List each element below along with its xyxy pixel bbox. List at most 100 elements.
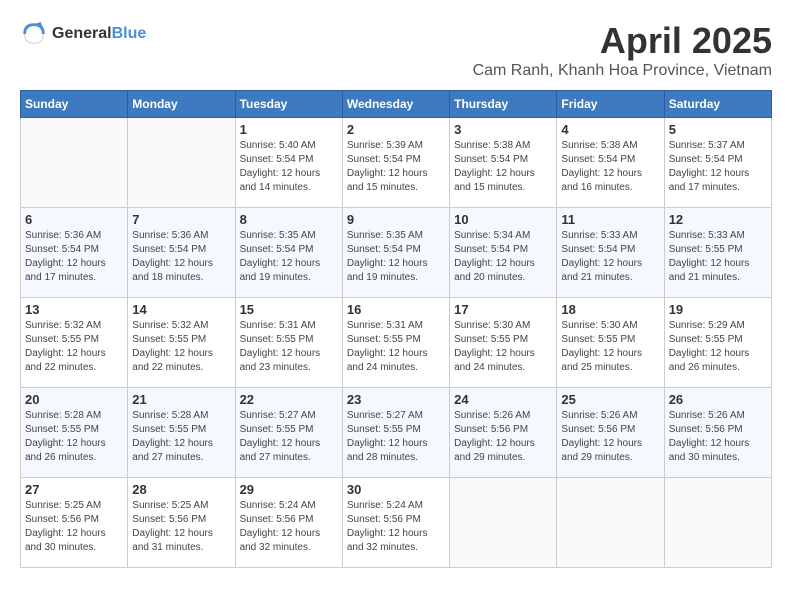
day-info: Sunrise: 5:38 AMSunset: 5:54 PMDaylight:… xyxy=(561,139,659,195)
calendar-cell: 23 Sunrise: 5:27 AMSunset: 5:55 PMDayligh… xyxy=(342,388,449,478)
day-info: Sunrise: 5:33 AMSunset: 5:54 PMDaylight:… xyxy=(561,229,659,285)
logo-text: GeneralBlue xyxy=(52,25,146,43)
day-info: Sunrise: 5:35 AMSunset: 5:54 PMDaylight:… xyxy=(240,229,338,285)
calendar-cell xyxy=(21,118,128,208)
calendar-cell: 4 Sunrise: 5:38 AMSunset: 5:54 PMDaylight… xyxy=(557,118,664,208)
day-number: 19 xyxy=(669,302,767,317)
calendar-cell: 10 Sunrise: 5:34 AMSunset: 5:54 PMDayligh… xyxy=(450,208,557,298)
calendar-week-row: 6 Sunrise: 5:36 AMSunset: 5:54 PMDaylight… xyxy=(21,208,772,298)
day-number: 28 xyxy=(132,482,230,497)
day-info: Sunrise: 5:32 AMSunset: 5:55 PMDaylight:… xyxy=(132,319,230,375)
day-number: 17 xyxy=(454,302,552,317)
calendar-week-row: 27 Sunrise: 5:25 AMSunset: 5:56 PMDayligh… xyxy=(21,478,772,568)
calendar-cell: 9 Sunrise: 5:35 AMSunset: 5:54 PMDaylight… xyxy=(342,208,449,298)
day-number: 13 xyxy=(25,302,123,317)
day-number: 23 xyxy=(347,392,445,407)
day-info: Sunrise: 5:39 AMSunset: 5:54 PMDaylight:… xyxy=(347,139,445,195)
day-info: Sunrise: 5:37 AMSunset: 5:54 PMDaylight:… xyxy=(669,139,767,195)
logo-icon xyxy=(20,20,48,48)
day-number: 4 xyxy=(561,122,659,137)
calendar-cell xyxy=(450,478,557,568)
day-info: Sunrise: 5:26 AMSunset: 5:56 PMDaylight:… xyxy=(561,409,659,465)
calendar-cell: 15 Sunrise: 5:31 AMSunset: 5:55 PMDayligh… xyxy=(235,298,342,388)
calendar-table: SundayMondayTuesdayWednesdayThursdayFrid… xyxy=(20,90,772,568)
calendar-cell: 12 Sunrise: 5:33 AMSunset: 5:55 PMDayligh… xyxy=(664,208,771,298)
day-number: 26 xyxy=(669,392,767,407)
calendar-cell xyxy=(664,478,771,568)
day-info: Sunrise: 5:29 AMSunset: 5:55 PMDaylight:… xyxy=(669,319,767,375)
day-info: Sunrise: 5:31 AMSunset: 5:55 PMDaylight:… xyxy=(240,319,338,375)
day-number: 14 xyxy=(132,302,230,317)
calendar-cell: 7 Sunrise: 5:36 AMSunset: 5:54 PMDaylight… xyxy=(128,208,235,298)
day-info: Sunrise: 5:34 AMSunset: 5:54 PMDaylight:… xyxy=(454,229,552,285)
day-info: Sunrise: 5:40 AMSunset: 5:54 PMDaylight:… xyxy=(240,139,338,195)
day-number: 20 xyxy=(25,392,123,407)
calendar-week-row: 1Sunrise: 5:40 AMSunset: 5:54 PMDaylight… xyxy=(21,118,772,208)
day-info: Sunrise: 5:38 AMSunset: 5:54 PMDaylight:… xyxy=(454,139,552,195)
title-section: April 2025 Cam Ranh, Khanh Hoa Province,… xyxy=(473,20,772,80)
calendar-cell: 30 Sunrise: 5:24 AMSunset: 5:56 PMDayligh… xyxy=(342,478,449,568)
day-info: Sunrise: 5:27 AMSunset: 5:55 PMDaylight:… xyxy=(347,409,445,465)
weekday-header: Monday xyxy=(128,91,235,118)
day-number: 27 xyxy=(25,482,123,497)
calendar-cell: 3 Sunrise: 5:38 AMSunset: 5:54 PMDaylight… xyxy=(450,118,557,208)
day-info: Sunrise: 5:31 AMSunset: 5:55 PMDaylight:… xyxy=(347,319,445,375)
day-number: 11 xyxy=(561,212,659,227)
day-info: Sunrise: 5:35 AMSunset: 5:54 PMDaylight:… xyxy=(347,229,445,285)
day-number: 2 xyxy=(347,122,445,137)
day-number: 22 xyxy=(240,392,338,407)
calendar-cell: 19 Sunrise: 5:29 AMSunset: 5:55 PMDayligh… xyxy=(664,298,771,388)
calendar-cell: 8 Sunrise: 5:35 AMSunset: 5:54 PMDaylight… xyxy=(235,208,342,298)
calendar-cell: 14 Sunrise: 5:32 AMSunset: 5:55 PMDayligh… xyxy=(128,298,235,388)
header: GeneralBlue April 2025 Cam Ranh, Khanh H… xyxy=(20,20,772,80)
calendar-cell: 29Sunrise: 5:24 AMSunset: 5:56 PMDayligh… xyxy=(235,478,342,568)
day-info: Sunrise: 5:30 AMSunset: 5:55 PMDaylight:… xyxy=(454,319,552,375)
calendar-cell xyxy=(128,118,235,208)
day-info: Sunrise: 5:28 AMSunset: 5:55 PMDaylight:… xyxy=(132,409,230,465)
day-info: Sunrise: 5:24 AMSunset: 5:56 PMDaylight:… xyxy=(347,499,445,555)
calendar-cell: 17 Sunrise: 5:30 AMSunset: 5:55 PMDayligh… xyxy=(450,298,557,388)
calendar-header-row: SundayMondayTuesdayWednesdayThursdayFrid… xyxy=(21,91,772,118)
day-info: Sunrise: 5:26 AMSunset: 5:56 PMDaylight:… xyxy=(669,409,767,465)
day-info: Sunrise: 5:25 AMSunset: 5:56 PMDaylight:… xyxy=(25,499,123,555)
day-info: Sunrise: 5:27 AMSunset: 5:55 PMDaylight:… xyxy=(240,409,338,465)
day-number: 7 xyxy=(132,212,230,227)
calendar-body: 1Sunrise: 5:40 AMSunset: 5:54 PMDaylight… xyxy=(21,118,772,568)
day-number: 5 xyxy=(669,122,767,137)
calendar-cell: 24Sunrise: 5:26 AMSunset: 5:56 PMDayligh… xyxy=(450,388,557,478)
weekday-header: Sunday xyxy=(21,91,128,118)
calendar-cell: 1Sunrise: 5:40 AMSunset: 5:54 PMDaylight… xyxy=(235,118,342,208)
day-info: Sunrise: 5:36 AMSunset: 5:54 PMDaylight:… xyxy=(25,229,123,285)
weekday-header: Thursday xyxy=(450,91,557,118)
day-info: Sunrise: 5:28 AMSunset: 5:55 PMDaylight:… xyxy=(25,409,123,465)
calendar-cell: 6 Sunrise: 5:36 AMSunset: 5:54 PMDaylight… xyxy=(21,208,128,298)
day-info: Sunrise: 5:32 AMSunset: 5:55 PMDaylight:… xyxy=(25,319,123,375)
calendar-week-row: 20 Sunrise: 5:28 AMSunset: 5:55 PMDayligh… xyxy=(21,388,772,478)
day-info: Sunrise: 5:36 AMSunset: 5:54 PMDaylight:… xyxy=(132,229,230,285)
day-number: 3 xyxy=(454,122,552,137)
calendar-cell: 16 Sunrise: 5:31 AMSunset: 5:55 PMDayligh… xyxy=(342,298,449,388)
day-number: 6 xyxy=(25,212,123,227)
day-number: 8 xyxy=(240,212,338,227)
day-number: 12 xyxy=(669,212,767,227)
weekday-header: Saturday xyxy=(664,91,771,118)
calendar-cell: 18Sunrise: 5:30 AMSunset: 5:55 PMDayligh… xyxy=(557,298,664,388)
calendar-cell: 20 Sunrise: 5:28 AMSunset: 5:55 PMDayligh… xyxy=(21,388,128,478)
day-info: Sunrise: 5:33 AMSunset: 5:55 PMDaylight:… xyxy=(669,229,767,285)
calendar-cell: 11 Sunrise: 5:33 AMSunset: 5:54 PMDayligh… xyxy=(557,208,664,298)
calendar-cell: 5 Sunrise: 5:37 AMSunset: 5:54 PMDaylight… xyxy=(664,118,771,208)
day-info: Sunrise: 5:26 AMSunset: 5:56 PMDaylight:… xyxy=(454,409,552,465)
calendar-cell xyxy=(557,478,664,568)
calendar-cell: 26 Sunrise: 5:26 AMSunset: 5:56 PMDayligh… xyxy=(664,388,771,478)
day-number: 16 xyxy=(347,302,445,317)
calendar-cell: 22 Sunrise: 5:27 AMSunset: 5:55 PMDayligh… xyxy=(235,388,342,478)
day-number: 15 xyxy=(240,302,338,317)
day-number: 9 xyxy=(347,212,445,227)
logo: GeneralBlue xyxy=(20,20,146,48)
weekday-header: Tuesday xyxy=(235,91,342,118)
day-number: 30 xyxy=(347,482,445,497)
day-number: 10 xyxy=(454,212,552,227)
day-number: 21 xyxy=(132,392,230,407)
calendar-cell: 25Sunrise: 5:26 AMSunset: 5:56 PMDayligh… xyxy=(557,388,664,478)
calendar-cell: 27 Sunrise: 5:25 AMSunset: 5:56 PMDayligh… xyxy=(21,478,128,568)
